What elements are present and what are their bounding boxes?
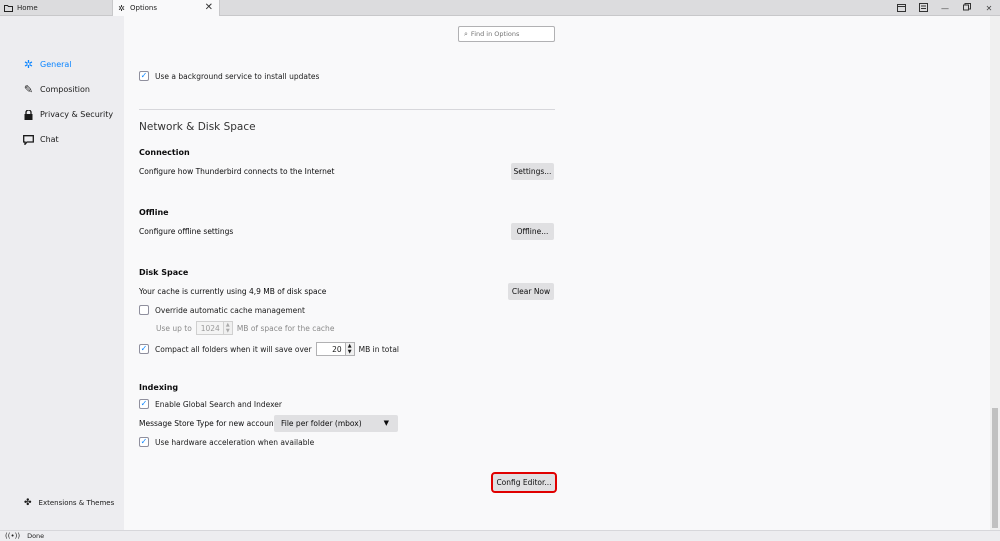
- hw-accel-checkbox[interactable]: ✓: [139, 437, 149, 447]
- folder-icon: [4, 4, 13, 13]
- chevron-down-icon: ▼: [225, 328, 230, 334]
- cache-limit-row: Use up to 1024 ▲ ▼ MB of space for the ca…: [156, 321, 334, 335]
- extensions-themes-link[interactable]: ✤ Extensions & Themes: [24, 498, 114, 508]
- use-up-to-label: Use up to: [156, 323, 192, 333]
- sidebar-item-chat[interactable]: Chat: [23, 134, 59, 145]
- section-divider: [139, 109, 555, 110]
- pencil-icon: ✎: [23, 83, 34, 96]
- compact-threshold-suffix: MB in total: [358, 344, 400, 354]
- global-search-checkbox[interactable]: ✓: [139, 399, 149, 409]
- close-window-icon[interactable]: ✕: [978, 4, 1000, 13]
- sidebar: ✲ General ✎ Composition Privacy & Securi…: [0, 16, 124, 530]
- gear-icon: ✲: [118, 3, 125, 13]
- extensions-themes-label: Extensions & Themes: [38, 499, 115, 507]
- sidebar-item-composition[interactable]: ✎ Composition: [23, 83, 90, 96]
- online-status-icon[interactable]: ((•)): [5, 532, 20, 540]
- sidebar-item-privacy-security[interactable]: Privacy & Security: [23, 109, 113, 120]
- search-input[interactable]: ⌕ Find in Options: [458, 26, 555, 42]
- tab-home[interactable]: Home: [0, 0, 110, 16]
- background-service-label: Use a background service to install upda…: [155, 71, 320, 81]
- store-type-select[interactable]: File per folder (mbox) ▼: [274, 415, 398, 432]
- status-text: Done: [27, 532, 45, 540]
- lock-icon: [23, 109, 34, 120]
- offline-heading: Offline: [139, 208, 169, 217]
- sidebar-item-label: General: [40, 60, 72, 69]
- sidebar-item-label: Composition: [40, 85, 90, 94]
- tab-options[interactable]: ✲ Options ✕: [112, 0, 220, 16]
- compact-folders-checkbox[interactable]: ✓: [139, 344, 149, 354]
- scrollbar[interactable]: [990, 16, 1000, 530]
- sidebar-item-label: Privacy & Security: [40, 110, 114, 119]
- store-type-value: File per folder (mbox): [281, 419, 362, 428]
- global-search-label: Enable Global Search and Indexer: [155, 399, 282, 409]
- search-placeholder: Find in Options: [470, 30, 520, 38]
- config-editor-button[interactable]: Config Editor...: [491, 472, 557, 493]
- sidebar-item-general[interactable]: ✲ General: [23, 58, 72, 71]
- override-cache-label: Override automatic cache management: [155, 305, 305, 315]
- offline-description: Configure offline settings: [139, 227, 234, 236]
- indexing-heading: Indexing: [139, 383, 179, 392]
- cache-usage-text: Your cache is currently using 4,9 MB of …: [139, 287, 327, 296]
- calendar-icon[interactable]: [890, 3, 912, 14]
- tab-options-label: Options: [130, 4, 158, 12]
- options-pane: [124, 16, 990, 530]
- tab-bar: Home ✲ Options ✕ — ✕: [0, 0, 1000, 16]
- network-disk-title: Network & Disk Space: [139, 121, 256, 133]
- hw-accel-row: ✓ Use hardware acceleration when availab…: [139, 437, 314, 447]
- gear-icon: ✲: [23, 58, 34, 71]
- compact-threshold-stepper[interactable]: ▲ ▼: [345, 342, 355, 356]
- disk-space-heading: Disk Space: [139, 268, 189, 277]
- scrollbar-thumb[interactable]: [992, 408, 998, 528]
- connection-description: Configure how Thunderbird connects to th…: [139, 167, 335, 176]
- chat-bubble-icon: [23, 134, 34, 145]
- close-tab-icon[interactable]: ✕: [205, 2, 213, 13]
- compact-threshold-input[interactable]: 20: [315, 342, 346, 356]
- hw-accel-label: Use hardware acceleration when available: [155, 437, 315, 447]
- cache-size-stepper[interactable]: ▲ ▼: [223, 321, 233, 335]
- compact-folders-label: Compact all folders when it will save ov…: [155, 344, 312, 354]
- cache-size-suffix: MB of space for the cache: [236, 323, 335, 333]
- minimize-icon[interactable]: —: [934, 4, 956, 13]
- connection-heading: Connection: [139, 148, 190, 157]
- global-search-row: ✓ Enable Global Search and Indexer: [139, 399, 282, 409]
- sidebar-item-label: Chat: [40, 135, 59, 144]
- override-cache-row: Override automatic cache management: [139, 305, 305, 315]
- restore-icon[interactable]: [956, 3, 978, 13]
- window-controls: — ✕: [890, 0, 1000, 16]
- cache-size-input[interactable]: 1024: [195, 321, 224, 335]
- background-service-row: ✓ Use a background service to install up…: [139, 71, 319, 81]
- background-service-checkbox[interactable]: ✓: [139, 71, 149, 81]
- tasks-icon[interactable]: [912, 2, 934, 14]
- chevron-down-icon: ▼: [347, 349, 352, 355]
- clear-now-button[interactable]: Clear Now: [508, 283, 554, 300]
- connection-settings-button[interactable]: Settings...: [511, 163, 554, 180]
- tab-home-label: Home: [17, 4, 38, 12]
- chevron-down-icon: ▼: [383, 419, 389, 427]
- store-type-label: Message Store Type for new accounts:: [139, 419, 283, 428]
- override-cache-checkbox[interactable]: [139, 305, 149, 315]
- puzzle-icon: ✤: [24, 498, 32, 508]
- offline-button[interactable]: Offline...: [511, 223, 554, 240]
- status-bar: ((•)) Done: [0, 530, 1000, 541]
- compact-folders-row: ✓ Compact all folders when it will save …: [139, 342, 399, 356]
- search-icon: ⌕: [464, 29, 468, 38]
